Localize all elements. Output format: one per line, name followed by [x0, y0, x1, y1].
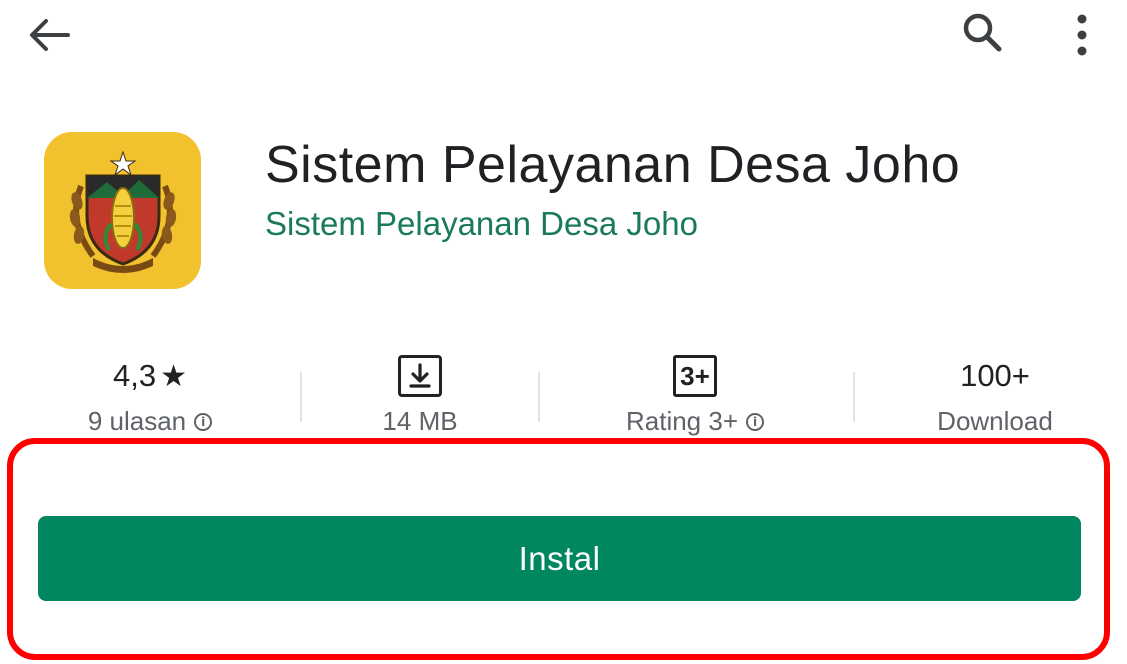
download-icon — [398, 355, 442, 397]
stat-rating[interactable]: 4,3 ★ 9 ulasan i — [60, 352, 240, 442]
stat-size: 14 MB — [330, 352, 510, 442]
divider — [300, 372, 302, 422]
app-title: Sistem Pelayanan Desa Joho — [265, 136, 961, 194]
content-rating-badge: 3+ — [673, 355, 717, 397]
star-icon: ★ — [160, 359, 187, 393]
app-icon[interactable] — [44, 132, 201, 289]
more-vertical-icon — [1077, 14, 1087, 56]
downloads-label: Download — [937, 406, 1053, 436]
search-icon — [963, 13, 1002, 52]
arrow-left-icon — [30, 19, 70, 51]
divider — [538, 372, 540, 422]
developer-link[interactable]: Sistem Pelayanan Desa Joho — [265, 205, 698, 243]
rating-reviews-label: 9 ulasan — [87, 406, 187, 436]
content-rating-label: Rating 3+ — [625, 406, 739, 436]
divider — [853, 372, 855, 422]
downloads-value: 100+ — [960, 358, 1030, 393]
size-label: 14 MB — [382, 406, 458, 436]
app-details-page: Sistem Pelayanan Desa Joho Sistem Pelaya… — [0, 0, 1127, 664]
back-button[interactable] — [24, 12, 74, 58]
stat-content-rating[interactable]: 3+ Rating 3+ i — [595, 352, 795, 442]
rating-value: 4,3 — [112, 358, 157, 393]
more-options-button[interactable] — [1060, 10, 1104, 60]
search-button[interactable] — [958, 10, 1008, 56]
install-button[interactable]: Instal — [38, 516, 1081, 601]
info-icon: i — [194, 412, 213, 431]
info-icon: i — [746, 412, 765, 431]
stat-downloads: 100+ Download — [905, 352, 1085, 442]
village-emblem-icon — [69, 149, 176, 273]
